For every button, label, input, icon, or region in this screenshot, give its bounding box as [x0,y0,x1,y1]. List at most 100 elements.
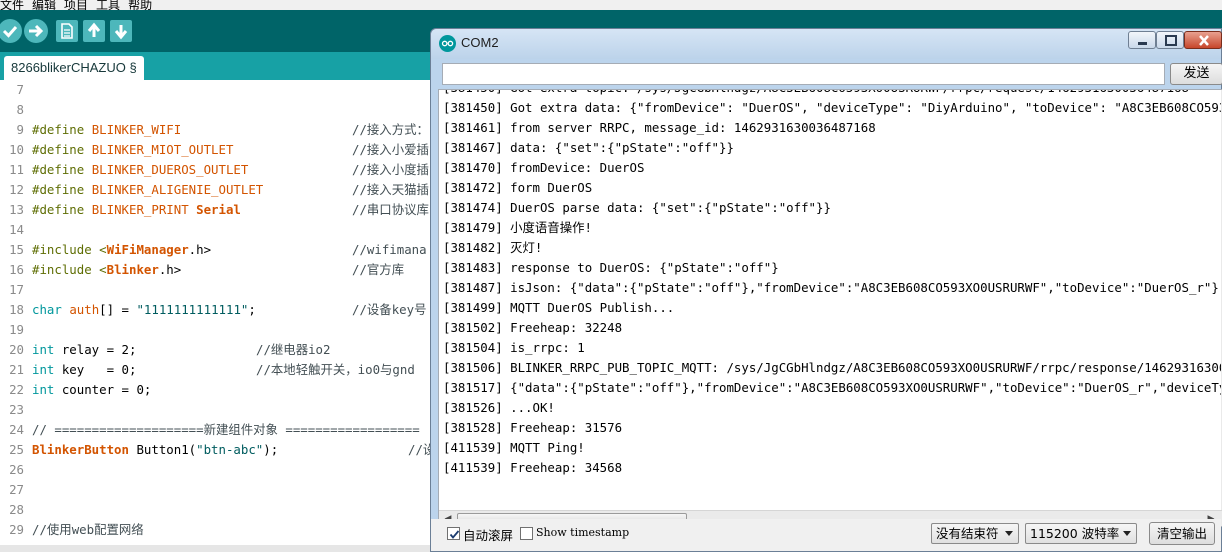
code-text: char auth[] = "1111111111111"; [32,300,256,320]
verify-button[interactable] [0,19,22,43]
serial-send-input[interactable] [442,63,1165,85]
code-comment: //官方库 [352,262,405,277]
code-comment: //串口协议库 [352,202,429,217]
autoscroll-label: 自动滚屏 [463,528,514,543]
clear-output-button[interactable]: 清空输出 [1149,522,1215,545]
line-number: 11 [9,162,24,177]
line-number: 24 [9,422,24,437]
serial-output-line: [381472] form DuerOS [443,180,593,195]
line-ending-select[interactable]: 没有结束符 [931,523,1019,544]
code-token: auth [69,302,100,317]
serial-output-line: [381487] isJson: {"data":{"pState":"off"… [443,280,1219,295]
maximize-button[interactable] [1156,31,1184,49]
serial-output-area[interactable]: [381450] Got extra topic: /sys/JgCGbHlnd… [438,89,1222,527]
show-timestamp-checkbox[interactable] [520,527,533,540]
serial-output-line: [381479] 小度语音操作! [443,220,592,235]
code-token: #define [32,122,92,137]
serial-output-line: [381482] 灭灯! [443,240,543,255]
serial-output-line: [381526] ...OK! [443,400,555,415]
line-ending-value: 没有结束符 [936,526,999,541]
serial-title-bar[interactable]: COM2 [431,29,1222,59]
serial-output-line: [381461] from server RRPC, message_id: 1… [443,120,876,135]
arrow-right-icon [29,24,44,38]
code-token: BLINKER_MIOT_OUTLET [91,142,234,157]
line-number: 27 [9,482,24,497]
code-text: int counter = 0; [32,380,151,400]
line-number: 10 [9,142,24,157]
checkmark-icon [2,26,18,38]
code-token: counter = 0; [61,382,152,397]
autoscroll-checkbox[interactable] [447,527,460,540]
code-token: // ====================新建组件对象 ==========… [32,422,420,437]
line-number: 9 [16,122,24,137]
line-number: 12 [9,182,24,197]
code-token: BLINKER_PRINT [91,202,197,217]
code-text: int key = 0; [32,360,136,380]
chevron-down-icon [1005,531,1013,536]
code-token: BLINKER_DUEROS_OUTLET [91,162,249,177]
line-number: 16 [9,262,24,277]
code-token: BLINKER_WIFI [91,122,182,137]
code-token: #define [32,142,92,157]
baud-rate-select[interactable]: 115200 波特率 [1025,523,1137,544]
code-token: Button1( [136,442,197,457]
code-token: char [32,302,70,317]
code-token: //使用web配置网络 [32,522,144,537]
minimize-icon [1138,42,1147,45]
editor-horizontal-scrollbar[interactable] [0,545,432,552]
line-number: 28 [9,502,24,517]
code-token: "btn-abc" [196,442,264,457]
code-text: BlinkerButton Button1("btn-abc"); [32,440,278,460]
menu-item[interactable]: 工具 [96,0,120,10]
code-token: key = 0; [61,362,137,377]
code-token: int [32,362,62,377]
code-token: relay = 2; [61,342,137,357]
line-number: 18 [9,302,24,317]
menu-item[interactable]: 文件 [0,0,24,10]
code-token: #define [32,162,92,177]
close-button[interactable] [1184,31,1222,49]
serial-output-line: [381528] Freeheap: 31576 [443,420,623,435]
code-text: #define BLINKER_WIFI [32,120,181,140]
line-number: 19 [9,322,24,337]
menu-item[interactable]: 编辑 [32,0,56,10]
line-number: 21 [9,362,24,377]
code-token: ; [248,302,256,317]
serial-monitor-window: COM2 发送 [381450] Got extra topic: /sys/J… [430,28,1222,552]
line-number: 14 [9,222,24,237]
code-text: #define BLINKER_ALIGENIE_OUTLET [32,180,263,200]
code-text: #define BLINKER_MIOT_OUTLET [32,140,233,160]
line-number: 8 [16,102,24,117]
code-text: #define BLINKER_DUEROS_OUTLET [32,160,248,180]
line-number: 22 [9,382,24,397]
serial-output-line: [411539] MQTT Ping! [443,440,585,455]
serial-output-line: [381499] MQTT DuerOS Publish... [443,300,675,315]
serial-output-line: [411539] Freeheap: 34568 [443,460,623,475]
line-number: 25 [9,442,24,457]
line-number: 15 [9,242,24,257]
send-button[interactable]: 发送 [1170,63,1222,85]
serial-output-line: [381474] DuerOS parse data: {"set":{"pSt… [443,200,831,215]
new-sketch-button[interactable] [56,20,78,42]
arrow-up-icon [87,22,101,37]
serial-output-line: [381470] fromDevice: DuerOS [443,160,645,175]
checkmark-icon [449,530,460,539]
line-number: 7 [16,82,24,97]
menu-item[interactable]: 项目 [64,0,88,10]
menu-item[interactable]: 帮助 [128,0,152,10]
code-token: #define [32,182,92,197]
line-number: 23 [9,402,24,417]
serial-output-line: [381517] {"data":{"pState":"off"},"fromD… [443,380,1222,395]
minimize-button[interactable] [1128,31,1156,49]
code-token: int [32,382,62,397]
baud-rate-value: 115200 波特率 [1030,526,1120,541]
code-token: #include < [32,262,107,277]
code-text: #define BLINKER_PRINT Serial [32,200,241,220]
upload-button[interactable] [24,19,48,43]
sketch-tab-active[interactable]: 8266blikerCHAZUO § [4,56,144,80]
code-token: .h> [188,242,212,257]
save-sketch-button[interactable] [110,20,132,42]
line-number: 29 [9,522,24,537]
new-file-icon [61,23,73,39]
open-sketch-button[interactable] [83,20,105,42]
